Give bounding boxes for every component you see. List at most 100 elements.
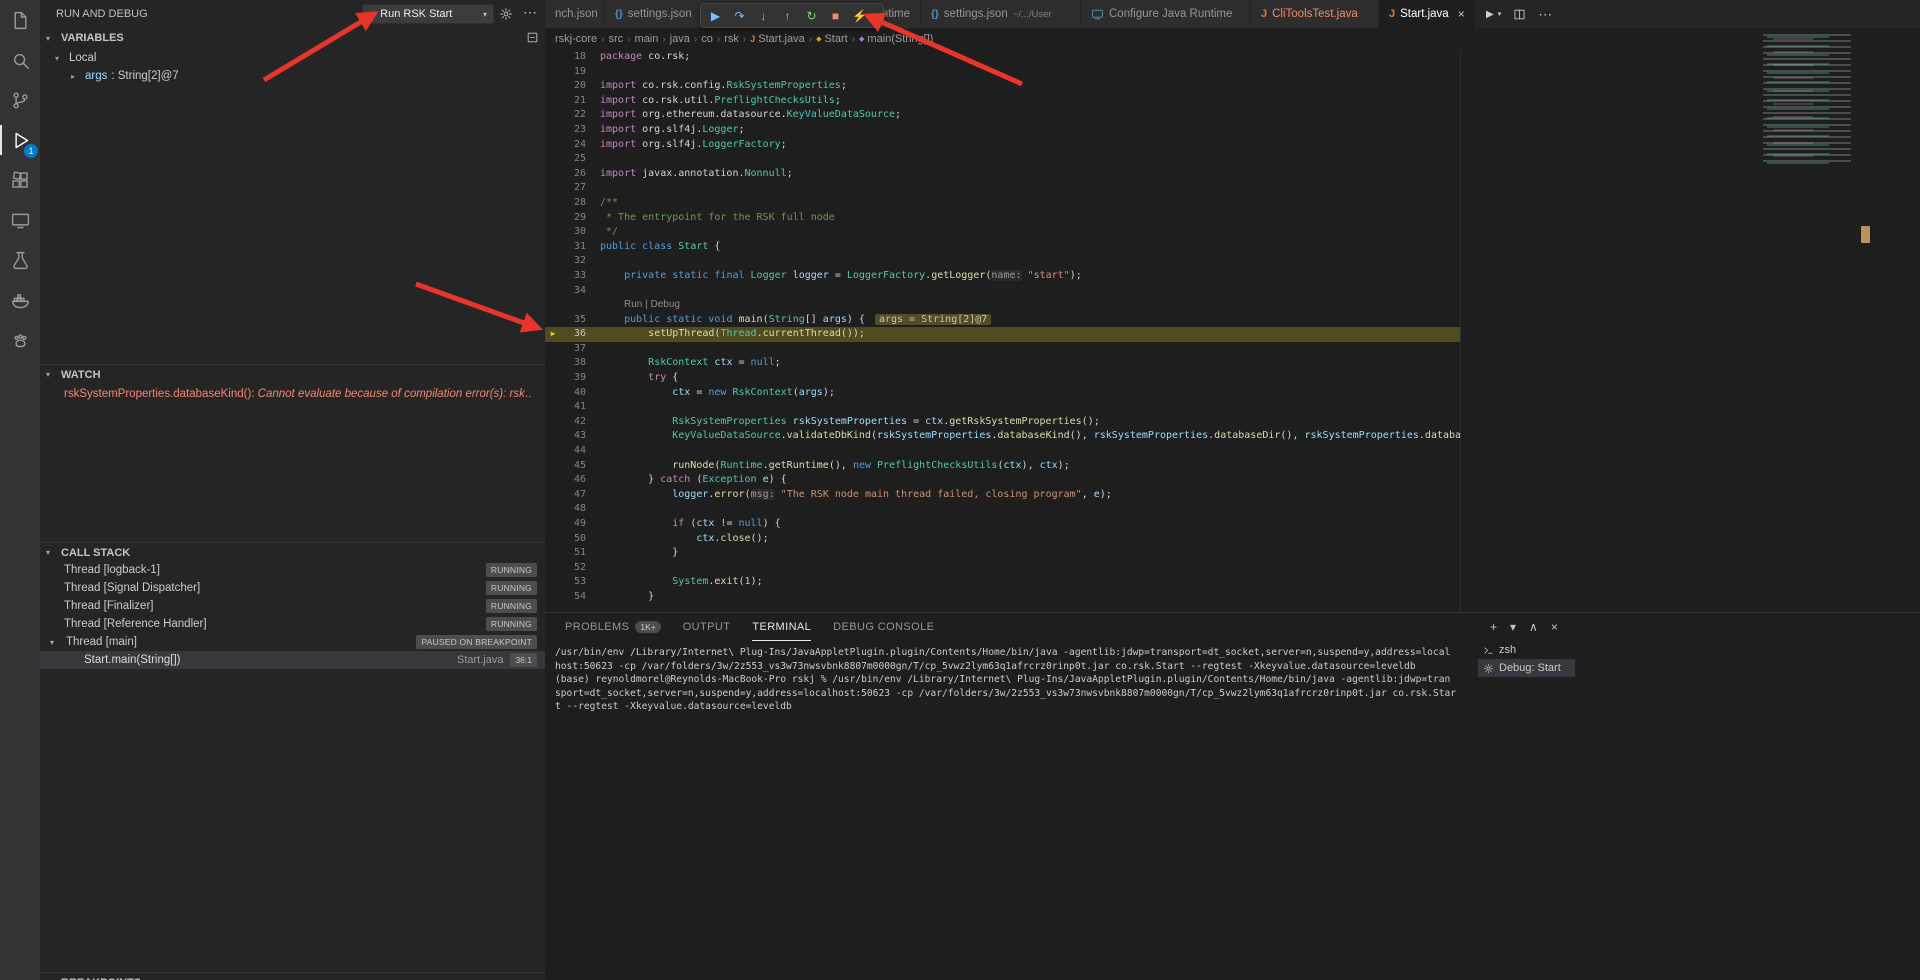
- code-line: 18package co.rsk;: [545, 50, 1460, 65]
- activity-explorer-icon[interactable]: [0, 0, 40, 40]
- activity-source-control-icon[interactable]: [0, 80, 40, 120]
- panel-tab-output[interactable]: OUTPUT: [683, 613, 731, 641]
- tab-configure-java-runtime[interactable]: Configure Java Runtime: [1081, 0, 1251, 28]
- gear-icon[interactable]: [499, 7, 513, 24]
- breakpoint-gutter: [545, 254, 561, 269]
- gutter: 47: [545, 488, 600, 503]
- breadcrumb-src[interactable]: src: [609, 33, 624, 45]
- step-into-icon[interactable]: ↓: [753, 9, 774, 23]
- thread-row-thread-finalizer[interactable]: Thread [Finalizer]RUNNING: [40, 597, 545, 615]
- tab-settings-json[interactable]: {}settings.json~/.../User: [921, 0, 1081, 28]
- gutter: 35: [545, 313, 600, 328]
- close-panel-icon[interactable]: ×: [1551, 620, 1558, 634]
- watch-section-header[interactable]: ▾ WATCH: [40, 364, 545, 384]
- code-text: import org.ethereum.datasource.KeyValueD…: [600, 108, 901, 123]
- watch-expression[interactable]: rskSystemProperties.databaseKind(): Cann…: [40, 385, 532, 403]
- code-line: 41: [545, 400, 1460, 415]
- activity-run-and-debug-icon[interactable]: 1: [0, 120, 40, 160]
- new-terminal-icon[interactable]: +: [1490, 620, 1497, 634]
- breakpoint-gutter: [545, 415, 561, 430]
- terminal-profile-dropdown-icon[interactable]: ▾: [1510, 620, 1516, 634]
- close-icon[interactable]: ×: [1458, 7, 1465, 21]
- thread-status-badge: RUNNING: [486, 599, 537, 613]
- panel-tab-label: DEBUG CONSOLE: [833, 621, 934, 633]
- terminal-tab-debug-start[interactable]: Debug: Start: [1478, 659, 1575, 677]
- tab-clitoolstest-java[interactable]: JCliToolsTest.java: [1251, 0, 1379, 28]
- stop-icon[interactable]: ■: [825, 9, 846, 23]
- breadcrumb-label: main(String[]): [867, 33, 933, 45]
- call-stack-section-header[interactable]: ▾ CALL STACK: [40, 542, 545, 562]
- thread-row-thread-main[interactable]: ▾Thread [main]PAUSED ON BREAKPOINT: [40, 633, 545, 651]
- run-file-icon[interactable]: ▶: [1486, 9, 1494, 20]
- activity-docker-icon[interactable]: [0, 280, 40, 320]
- line-number: 23: [561, 123, 600, 138]
- more-actions-icon[interactable]: ⋯: [523, 4, 537, 21]
- code-line: 53 System.exit(1);: [545, 575, 1460, 590]
- stack-frame-row[interactable]: Start.main(String[])Start.java36:1: [40, 651, 545, 669]
- breadcrumb-main-string[interactable]: ◆main(String[]): [859, 33, 933, 45]
- panel-tab-problems[interactable]: PROBLEMS1K+: [565, 613, 661, 641]
- line-number: 24: [561, 138, 600, 153]
- code-lens[interactable]: Run | Debug: [600, 298, 680, 313]
- code-line: 52: [545, 561, 1460, 576]
- maximize-panel-icon[interactable]: ∧: [1529, 620, 1538, 634]
- activity-search-icon[interactable]: [0, 40, 40, 80]
- current-line-arrow-icon[interactable]: ▶: [545, 327, 561, 342]
- watch-error-message: Cannot evaluate because of compilation e…: [254, 388, 532, 400]
- variables-scope-local[interactable]: ▾ Local: [40, 49, 545, 67]
- tab-label: settings.json: [628, 8, 692, 20]
- breakpoints-section-header[interactable]: ▸ BREAKPOINTS: [40, 972, 545, 980]
- line-number: 31: [561, 240, 600, 255]
- activity-paw-icon[interactable]: [0, 320, 40, 360]
- tab-nch-json[interactable]: nch.json: [545, 0, 605, 28]
- thread-status-badge: PAUSED ON BREAKPOINT: [416, 635, 537, 649]
- code-text: if (ctx != null) {: [600, 517, 781, 532]
- thread-label: Thread [Reference Handler]: [64, 618, 207, 630]
- code-line: 48: [545, 502, 1460, 517]
- breadcrumb-start[interactable]: ◆Start: [816, 33, 848, 45]
- line-number: 39: [561, 371, 600, 386]
- split-icon[interactable]: [1513, 8, 1526, 21]
- line-number: 21: [561, 94, 600, 109]
- breakpoint-gutter: [545, 196, 561, 211]
- hot-code-replace-icon[interactable]: ⚡: [849, 9, 870, 23]
- activity-remote-explorer-icon[interactable]: [0, 200, 40, 240]
- gutter: 49: [545, 517, 600, 532]
- restart-icon[interactable]: ↻: [801, 9, 822, 23]
- step-over-icon[interactable]: ↷: [729, 9, 750, 23]
- launch-config-dropdown[interactable]: ▶ Run RSK Start ▾: [362, 4, 494, 24]
- hot-code-replace-dropdown-icon[interactable]: ▾: [869, 12, 879, 20]
- code-text: try {: [600, 371, 678, 386]
- breakpoint-gutter: [545, 167, 561, 182]
- breadcrumb-rskj-core[interactable]: rskj-core: [555, 33, 597, 45]
- panel-tab-debug-console[interactable]: DEBUG CONSOLE: [833, 613, 934, 641]
- tab-start-java[interactable]: JStart.java×: [1379, 0, 1475, 28]
- panel-tab-terminal[interactable]: TERMINAL: [752, 613, 811, 641]
- activity-testing-icon[interactable]: [0, 240, 40, 280]
- terminal-line: (base) reynoldmorel@Reynolds-MacBook-Pro…: [555, 673, 1461, 687]
- step-out-icon[interactable]: ↑: [777, 9, 798, 23]
- terminal-output[interactable]: /usr/bin/env /Library/Internet\ Plug-Ins…: [555, 646, 1461, 714]
- call-stack-list: Thread [logback-1]RUNNINGThread [Signal …: [40, 561, 545, 669]
- activity-extensions-icon[interactable]: [0, 160, 40, 200]
- thread-row-thread-signal-dispatcher[interactable]: Thread [Signal Dispatcher]RUNNING: [40, 579, 545, 597]
- continue-icon[interactable]: ▶: [705, 9, 726, 23]
- breadcrumb-co[interactable]: co: [701, 33, 713, 45]
- breadcrumb-rsk[interactable]: rsk: [724, 33, 739, 45]
- thread-row-thread-reference-handler[interactable]: Thread [Reference Handler]RUNNING: [40, 615, 545, 633]
- breadcrumb-java[interactable]: java: [670, 33, 690, 45]
- variable-args[interactable]: ▸ args: String[2]@7: [40, 67, 545, 85]
- breadcrumb-main[interactable]: main: [635, 33, 659, 45]
- terminal-tab-zsh[interactable]: zsh: [1478, 641, 1575, 659]
- collapse-all-icon[interactable]: [526, 31, 539, 47]
- call-stack-header-label: CALL STACK: [61, 547, 130, 559]
- terminal-line: host:50623 -cp /var/folders/3w/2z553_vs3…: [555, 660, 1461, 674]
- breadcrumb-start-java[interactable]: JStart.java: [750, 33, 804, 45]
- more-actions-icon[interactable]: ⋯: [1538, 6, 1552, 23]
- thread-row-thread-logback-1[interactable]: Thread [logback-1]RUNNING: [40, 561, 545, 579]
- minimap[interactable]: [1763, 34, 1858, 166]
- code-editor[interactable]: 18package co.rsk;1920import co.rsk.confi…: [545, 50, 1460, 612]
- breakpoint-gutter: [545, 211, 561, 226]
- code-text: import javax.annotation.Nonnull;: [600, 167, 793, 182]
- variables-section-header[interactable]: ▾ VARIABLES: [40, 28, 545, 48]
